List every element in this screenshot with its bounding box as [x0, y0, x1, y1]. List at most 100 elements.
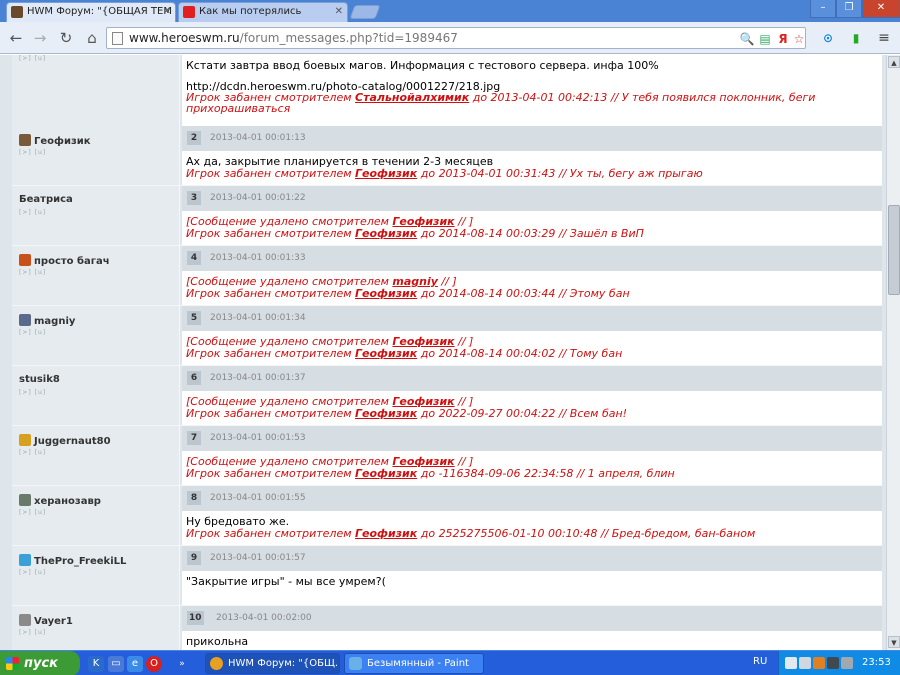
sync-icon[interactable]: ⊙: [820, 30, 836, 46]
bookmark-star-icon[interactable]: ☆: [791, 31, 807, 47]
author-links[interactable]: [>] [u]: [19, 329, 46, 336]
author-name[interactable]: херанозавр: [19, 494, 101, 507]
post-body: [Сообщение удалено смотрителем Геофизик …: [186, 216, 644, 240]
moderator-link[interactable]: Геофизик: [355, 347, 417, 360]
post-text: прикольна: [186, 635, 249, 648]
tray-device-icon[interactable]: [841, 657, 853, 669]
author-links[interactable]: [>] [u]: [19, 149, 46, 156]
author-name[interactable]: ThePro_FreekiLL: [19, 554, 126, 567]
reload-icon[interactable]: ↻: [56, 29, 76, 47]
quicklaunch-expand-icon[interactable]: »: [176, 656, 188, 672]
scroll-down-icon[interactable]: ▼: [888, 636, 900, 648]
ban-line: Игрок забанен смотрителем Геофизик до 20…: [186, 168, 703, 180]
screen: HWM Форум: "{ОБЩАЯ ТЕМ ✕ Как мы потеряли…: [0, 0, 900, 675]
post-number[interactable]: 4: [187, 251, 201, 265]
moderator-link[interactable]: Геофизик: [355, 167, 417, 180]
post-message-box: 3 2013-04-01 00:01:22 [Сообщение удалено с…: [182, 186, 882, 245]
post-number[interactable]: 6: [187, 371, 201, 385]
author-links[interactable]: [>] [u]: [19, 629, 46, 636]
address-bar[interactable]: www.heroeswm.ru/forum_messages.php?tid=1…: [106, 27, 806, 49]
page-action-icon[interactable]: ▤: [757, 31, 773, 47]
post-message-box: 10 2013-04-01 00:02:00 прикольна: [182, 606, 882, 650]
post-message-box: 7 2013-04-01 00:01:53 [Сообщение удалено с…: [182, 426, 882, 485]
author-name[interactable]: Juggernaut80: [19, 434, 111, 447]
author-name[interactable]: magniy: [19, 314, 75, 327]
chrome-icon: [210, 657, 223, 670]
tab-forum[interactable]: HWM Форум: "{ОБЩАЯ ТЕМ ✕: [6, 2, 176, 22]
forward-icon[interactable]: →: [30, 29, 50, 47]
moderator-link[interactable]: Геофизик: [355, 407, 417, 420]
author-name[interactable]: Геофизик: [19, 134, 91, 147]
post-number[interactable]: 7: [187, 431, 201, 445]
post-body: "Закрытие игры" - мы все умрем?(: [186, 576, 386, 588]
taskbar-item-paint[interactable]: Безымянный - Paint: [344, 653, 484, 674]
post-header: 10 2013-04-01 00:02:00: [182, 606, 882, 631]
tab-video[interactable]: Как мы потерялись ✕: [178, 2, 348, 22]
moderator-link[interactable]: Геофизик: [355, 227, 417, 240]
quicklaunch-app-icon[interactable]: K: [88, 656, 104, 672]
author-links[interactable]: [>] [u]: [19, 55, 46, 62]
user-avatar-icon: [19, 614, 31, 626]
opera-icon[interactable]: O: [146, 656, 162, 672]
tray-app-icon[interactable]: [813, 657, 825, 669]
show-desktop-icon[interactable]: ▭: [108, 656, 124, 672]
moderator-link[interactable]: Геофизик: [355, 527, 417, 540]
post-author-box: Vayer1 [>] [u]: [12, 606, 180, 650]
author-name-text: просто багач: [34, 256, 110, 267]
new-tab-button[interactable]: [349, 5, 381, 19]
post-number[interactable]: 3: [187, 191, 201, 205]
search-icon[interactable]: 🔍: [739, 31, 755, 47]
scroll-thumb[interactable]: [888, 205, 900, 295]
author-links[interactable]: [>] [u]: [19, 389, 46, 396]
post-author-box: stusik8 [>] [u]: [12, 366, 180, 425]
author-name[interactable]: stusik8: [19, 374, 60, 385]
start-button[interactable]: пуск: [0, 651, 80, 675]
post-number[interactable]: 9: [187, 551, 201, 565]
moderator-link[interactable]: Стальнойалхимик: [355, 91, 469, 104]
author-links[interactable]: [>] [u]: [19, 569, 46, 576]
close-window-icon[interactable]: ✕: [862, 0, 900, 18]
back-icon[interactable]: ←: [6, 29, 26, 47]
taskbar-item-browser-label: HWM Форум: "{ОБЩ...: [228, 658, 340, 669]
author-links[interactable]: [>] [u]: [19, 209, 46, 216]
author-name[interactable]: просто багач: [19, 254, 110, 267]
scroll-up-icon[interactable]: ▲: [888, 56, 900, 68]
post-number[interactable]: 5: [187, 311, 201, 325]
forum-post: херанозавр [>] [u] 8 2013-04-01 00:01:55 Ну …: [12, 486, 882, 546]
post-header: 9 2013-04-01 00:01:57: [182, 546, 882, 571]
taskbar-item-browser[interactable]: HWM Форум: "{ОБЩ...: [205, 653, 340, 674]
moderator-link[interactable]: Геофизик: [355, 467, 417, 480]
home-icon[interactable]: ⌂: [82, 29, 102, 47]
post-author-box: Геофизик [>] [u]: [12, 126, 180, 185]
author-links[interactable]: [>] [u]: [19, 449, 46, 456]
author-name[interactable]: Vayer1: [19, 614, 73, 627]
internet-explorer-icon[interactable]: e: [127, 656, 143, 672]
author-links[interactable]: [>] [u]: [19, 269, 46, 276]
close-tab-icon[interactable]: ✕: [163, 3, 171, 21]
close-tab-icon[interactable]: ✕: [335, 3, 343, 21]
signal-icon[interactable]: ▮: [848, 30, 864, 46]
language-indicator[interactable]: RU: [753, 656, 767, 667]
post-author-box: magniy [>] [u]: [12, 306, 180, 365]
author-links[interactable]: [>] [u]: [19, 509, 46, 516]
tray-network-icon[interactable]: [799, 657, 811, 669]
minimize-icon[interactable]: –: [810, 0, 836, 18]
restore-icon[interactable]: ❐: [836, 0, 862, 18]
page-icon: [112, 32, 123, 45]
menu-icon[interactable]: ≡: [876, 30, 892, 46]
post-body: Ну бредовато же. Игрок забанен смотрителе…: [186, 516, 755, 540]
author-name[interactable]: Беатриса: [19, 194, 73, 205]
forum-post: Беатриса [>] [u] 3 2013-04-01 00:01:22 [Сооб…: [12, 186, 882, 246]
moderator-link[interactable]: Геофизик: [355, 287, 417, 300]
tray-expand-icon[interactable]: [785, 657, 797, 669]
ban-line: Игрок забанен смотрителем Геофизик до 20…: [186, 348, 622, 360]
ban-line: Игрок забанен смотрителем Геофизик до 20…: [186, 408, 627, 420]
yandex-icon[interactable]: Я: [775, 31, 791, 47]
author-name-text: Беатриса: [19, 194, 73, 205]
post-number[interactable]: 2: [187, 131, 201, 145]
post-number[interactable]: 10: [187, 611, 204, 625]
post-number[interactable]: 8: [187, 491, 201, 505]
page-scrollbar[interactable]: ▲ ▼: [886, 55, 900, 650]
user-avatar-icon: [19, 314, 31, 326]
tray-volume-icon[interactable]: [827, 657, 839, 669]
